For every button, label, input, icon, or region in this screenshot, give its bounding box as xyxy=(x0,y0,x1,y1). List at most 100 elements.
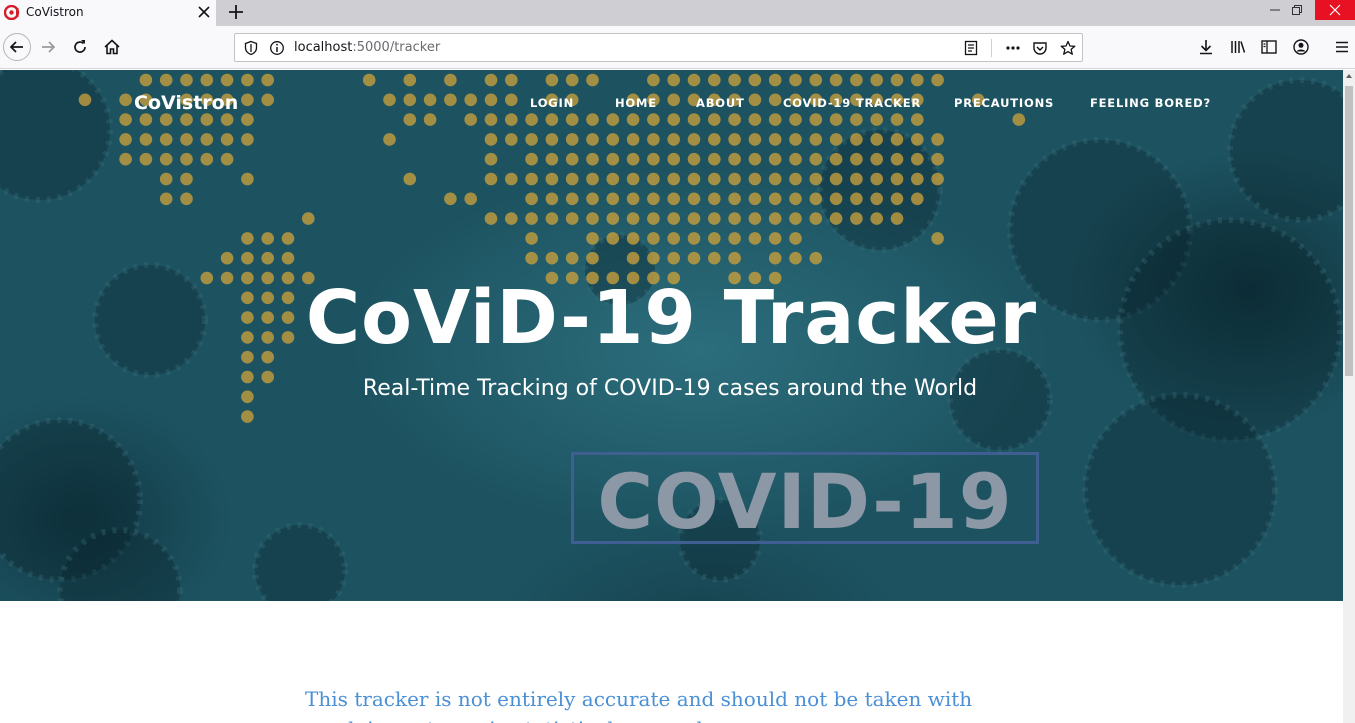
map-dot xyxy=(362,73,376,87)
map-dot xyxy=(241,232,254,245)
covid-19-badge-text: COVID-19 xyxy=(597,457,1013,546)
nav-login-link[interactable]: LOGIN xyxy=(530,96,574,110)
downloads-button[interactable] xyxy=(1194,35,1218,59)
maximize-window-button[interactable] xyxy=(1279,0,1315,20)
map-dot xyxy=(667,192,680,206)
tab-title: CoVistron xyxy=(26,5,84,19)
map-dot xyxy=(200,152,214,166)
map-dot xyxy=(829,212,843,225)
map-dot xyxy=(789,232,802,245)
map-dot xyxy=(505,93,518,107)
browser-tab[interactable]: CoVistron xyxy=(0,0,216,26)
nav-feeling-bored-link[interactable]: FEELING BORED? xyxy=(1090,96,1211,110)
app-menu-button[interactable] xyxy=(1330,35,1354,59)
map-dot xyxy=(789,251,802,265)
map-dot xyxy=(525,192,538,206)
map-dot xyxy=(565,212,579,225)
map-dot xyxy=(139,73,153,87)
scrollbar-thumb[interactable] xyxy=(1345,86,1353,376)
map-dot xyxy=(261,251,275,265)
map-dot xyxy=(809,251,823,265)
map-dot xyxy=(931,172,944,186)
map-dot xyxy=(159,152,173,166)
map-dot xyxy=(829,133,843,146)
map-dot xyxy=(850,113,863,126)
map-dot xyxy=(180,113,193,126)
map-dot xyxy=(586,251,599,265)
new-tab-icon[interactable] xyxy=(227,3,245,21)
map-dot xyxy=(505,133,518,146)
more-actions-icon[interactable] xyxy=(1005,40,1021,56)
map-dot xyxy=(687,113,701,126)
account-button[interactable] xyxy=(1289,35,1313,59)
map-dot xyxy=(829,192,843,206)
nav-precautions-link[interactable]: PRECAUTIONS xyxy=(954,96,1054,110)
map-dot xyxy=(565,192,579,206)
map-dot xyxy=(423,93,437,107)
back-button[interactable] xyxy=(3,33,31,61)
map-dot xyxy=(667,113,680,126)
reload-button[interactable] xyxy=(68,35,92,59)
scroll-up-arrow-icon[interactable] xyxy=(1346,74,1352,78)
covid-19-badge: COVID-19 xyxy=(571,452,1039,546)
map-dot xyxy=(647,172,660,186)
nav-covid-tracker-link[interactable]: COVID-19 TRACKER xyxy=(783,96,921,110)
url-path: :5000/tracker xyxy=(352,40,441,55)
close-tab-icon[interactable] xyxy=(196,4,212,20)
map-dot xyxy=(911,172,924,186)
map-dot xyxy=(647,152,660,166)
map-dot xyxy=(890,73,904,87)
map-dot xyxy=(768,152,782,166)
map-dot xyxy=(241,410,254,423)
home-button[interactable] xyxy=(100,35,124,59)
address-bar[interactable]: localhost:5000/tracker xyxy=(234,33,1083,62)
nav-about-link[interactable]: ABOUT xyxy=(696,96,745,110)
map-dot xyxy=(626,232,640,245)
url-text[interactable]: localhost:5000/tracker xyxy=(294,40,440,55)
map-dot xyxy=(241,172,254,186)
map-dot xyxy=(728,133,741,146)
map-dot xyxy=(241,73,254,87)
map-dot xyxy=(870,172,883,186)
url-host: localhost xyxy=(294,40,353,55)
page-scrollbar[interactable] xyxy=(1343,70,1355,723)
map-dot xyxy=(931,232,944,245)
shield-icon[interactable] xyxy=(243,40,259,56)
map-dot xyxy=(180,73,193,87)
accuracy-notice: This tracker is not entirely accurate an… xyxy=(305,687,973,723)
info-icon[interactable] xyxy=(269,40,285,56)
sidebar-button[interactable] xyxy=(1257,35,1281,59)
map-dot xyxy=(606,152,620,166)
map-dot xyxy=(748,212,762,225)
map-dot xyxy=(728,152,741,166)
map-dot xyxy=(809,73,823,87)
map-dot xyxy=(667,172,680,186)
map-dot xyxy=(748,133,762,146)
map-dot xyxy=(241,251,254,265)
map-dot xyxy=(241,93,254,107)
map-dot xyxy=(626,172,640,186)
bookmark-star-icon[interactable] xyxy=(1060,40,1076,56)
map-dot xyxy=(626,251,640,265)
map-dot xyxy=(931,73,944,87)
map-dot xyxy=(586,152,599,166)
map-dot xyxy=(565,73,579,87)
close-window-button[interactable] xyxy=(1315,0,1355,20)
site-brand-logo[interactable]: CoVistron xyxy=(134,92,238,114)
map-dot xyxy=(748,113,762,126)
forward-button[interactable] xyxy=(36,35,60,59)
pocket-icon[interactable] xyxy=(1032,40,1048,56)
map-dot xyxy=(525,212,538,225)
map-dot xyxy=(890,152,904,166)
map-dot xyxy=(667,133,680,146)
reader-view-icon[interactable] xyxy=(963,40,979,56)
library-button[interactable] xyxy=(1226,35,1250,59)
map-dot xyxy=(484,93,498,107)
map-dot xyxy=(159,113,173,126)
map-dot xyxy=(728,73,741,87)
map-dot xyxy=(200,133,214,146)
nav-home-link[interactable]: HOME xyxy=(615,96,657,110)
map-dot xyxy=(220,152,234,166)
map-dot xyxy=(484,133,498,146)
map-dot xyxy=(708,172,721,186)
